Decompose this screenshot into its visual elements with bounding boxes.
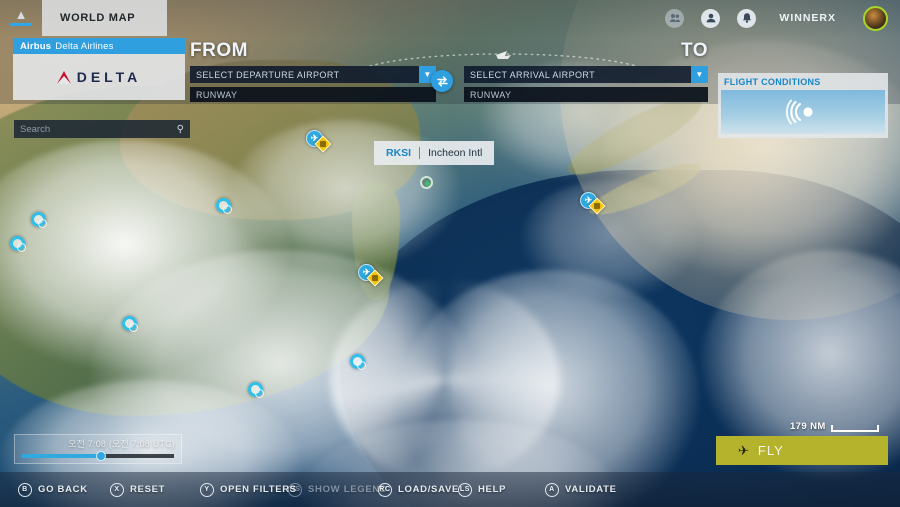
- departure-airport-value: SELECT DEPARTURE AIRPORT: [196, 69, 340, 80]
- home-button[interactable]: ▲: [0, 0, 42, 36]
- airport-name: Incheon Intl: [428, 147, 483, 159]
- swap-airports-button[interactable]: [431, 70, 453, 92]
- flight-plan-bar: Airbus Delta Airlines DELTA FROM TO SELE…: [0, 36, 900, 138]
- account-icons-group: WINNERX: [665, 0, 900, 36]
- badge-inner: [320, 141, 326, 147]
- swap-arrows-icon: [436, 75, 448, 87]
- button-key-icon: Y: [200, 482, 214, 497]
- time-display: 오전 7:08 (오전 7:08 UTC): [68, 439, 175, 449]
- departure-runway-row: RUNWAY: [190, 87, 436, 102]
- profile-icon[interactable]: [701, 8, 721, 28]
- to-label: TO: [680, 40, 708, 61]
- flight-conditions-card[interactable]: FLIGHT CONDITIONS: [718, 73, 888, 138]
- from-label: FROM: [190, 40, 248, 61]
- arrival-runway-value: RUNWAY: [470, 89, 512, 100]
- delta-triangle-icon: [56, 70, 71, 84]
- live-weather-icon: [785, 99, 813, 125]
- flight-conditions-title: FLIGHT CONDITIONS: [724, 77, 821, 87]
- open-filters-button[interactable]: Y OPEN FILTERS: [200, 482, 297, 497]
- departure-field-row: SELECT DEPARTURE AIRPORT ▼: [190, 66, 436, 83]
- button-key-icon: LS: [458, 482, 472, 497]
- arrival-airport-value: SELECT ARRIVAL AIRPORT: [470, 69, 596, 80]
- search-input[interactable]: [20, 123, 177, 135]
- search-icon[interactable]: ⚲: [177, 124, 184, 135]
- airport-marker-shanghai[interactable]: ✈: [358, 264, 386, 287]
- bottom-action-bar: B GO BACK X RESET Y OPEN FILTERS RS SHOW LEGEND…: [0, 472, 900, 507]
- search-box[interactable]: ⚲: [14, 120, 190, 138]
- ring-marker-west[interactable]: [31, 212, 47, 228]
- fly-button-label: FLY: [757, 443, 784, 458]
- aircraft-livery: Delta Airlines: [55, 40, 114, 52]
- reset-button-label: RESET: [130, 484, 166, 495]
- world-map-screen: ✈ ✈ ✈ RKSI Incheon Intl ⚲ ▲ WORLD MAP: [0, 0, 900, 507]
- route-selection-zone: FROM TO SELECT DEPARTURE AIRPORT ▼ RUNWA…: [188, 38, 710, 102]
- map-scale-distance: 179 NM: [790, 421, 826, 432]
- airport-tooltip[interactable]: RKSI Incheon Intl: [374, 141, 495, 165]
- avatar[interactable]: [863, 5, 888, 31]
- load-save-button-label: LOAD/SAVE: [398, 484, 460, 495]
- notifications-icon[interactable]: [737, 8, 757, 28]
- help-button-label: HELP: [478, 484, 507, 495]
- ring-marker-south[interactable]: [248, 382, 264, 398]
- airport-icao-code: RKSI: [386, 147, 412, 159]
- arrival-airport-select[interactable]: SELECT ARRIVAL AIRPORT ▼: [464, 66, 708, 83]
- map-scale-bar: 179 NM: [790, 421, 879, 432]
- aircraft-card[interactable]: Airbus Delta Airlines DELTA: [13, 38, 185, 100]
- button-key-icon: B: [18, 482, 32, 497]
- departure-runway-select[interactable]: RUNWAY: [190, 87, 436, 102]
- button-key-icon: A: [545, 482, 559, 497]
- chevron-down-icon[interactable]: ▼: [691, 66, 708, 83]
- tab-world-map[interactable]: WORLD MAP: [42, 0, 167, 36]
- time-slider-fill: [22, 454, 102, 458]
- airline-logo: DELTA: [13, 54, 185, 100]
- load-save-button[interactable]: RC LOAD/SAVE: [378, 482, 460, 497]
- button-key-icon: RC: [378, 482, 392, 497]
- active-tab-underline: [10, 23, 32, 26]
- fly-button[interactable]: ✈ FLY: [716, 436, 888, 465]
- arrival-runway-select[interactable]: RUNWAY: [464, 87, 708, 102]
- validate-button-label: VALIDATE: [565, 484, 617, 495]
- button-key-icon: RS: [288, 482, 302, 497]
- go-back-button-label: GO BACK: [38, 484, 88, 495]
- tooltip-divider: [419, 147, 421, 159]
- ring-marker-southwest[interactable]: [10, 236, 26, 252]
- tab-world-map-label: WORLD MAP: [60, 12, 136, 24]
- delta-wordmark: DELTA: [76, 69, 142, 85]
- button-key-icon: X: [110, 482, 124, 497]
- airplane-icon: ✈: [738, 443, 749, 458]
- time-slider-knob[interactable]: [96, 451, 107, 461]
- map-scale-ruler: [830, 425, 879, 432]
- validate-button[interactable]: A VALIDATE: [545, 482, 617, 497]
- username-label: WINNERX: [779, 12, 836, 24]
- help-button[interactable]: LS HELP: [458, 482, 507, 497]
- time-of-day-widget[interactable]: 오전 7:08 (오전 7:08 UTC): [14, 434, 182, 464]
- friends-icon[interactable]: [665, 8, 685, 28]
- time-slider-track[interactable]: [22, 451, 174, 461]
- reset-button[interactable]: X RESET: [110, 482, 166, 497]
- aircraft-manufacturer: Airbus: [20, 40, 52, 52]
- departure-runway-value: RUNWAY: [196, 89, 238, 100]
- arrival-runway-row: RUNWAY: [464, 87, 708, 102]
- show-legend-button-label: SHOW LEGEND: [308, 484, 388, 495]
- badge-inner: [372, 275, 378, 281]
- go-back-button[interactable]: B GO BACK: [18, 482, 88, 497]
- cyclone-swirl: [330, 280, 560, 480]
- airport-marker-japan[interactable]: ✈: [580, 192, 608, 215]
- aircraft-title: Airbus Delta Airlines: [13, 38, 185, 54]
- ring-marker-central[interactable]: [122, 316, 138, 332]
- flight-conditions-preview[interactable]: [721, 90, 885, 134]
- top-navigation-bar: ▲ WORLD MAP WINNERX: [0, 0, 900, 36]
- open-filters-button-label: OPEN FILTERS: [220, 484, 297, 495]
- airport-marker-seoul[interactable]: ✈: [306, 130, 334, 153]
- arrival-field-row: SELECT ARRIVAL AIRPORT ▼: [464, 66, 708, 83]
- ring-marker-southeast[interactable]: [350, 354, 366, 370]
- badge-inner: [594, 203, 600, 209]
- departure-airport-select[interactable]: SELECT DEPARTURE AIRPORT ▼: [190, 66, 436, 83]
- home-triangle-icon: ▲: [14, 7, 28, 22]
- ring-marker-north[interactable]: [216, 198, 232, 214]
- show-legend-button: RS SHOW LEGEND: [288, 482, 388, 497]
- target-marker-incheon[interactable]: [420, 176, 433, 189]
